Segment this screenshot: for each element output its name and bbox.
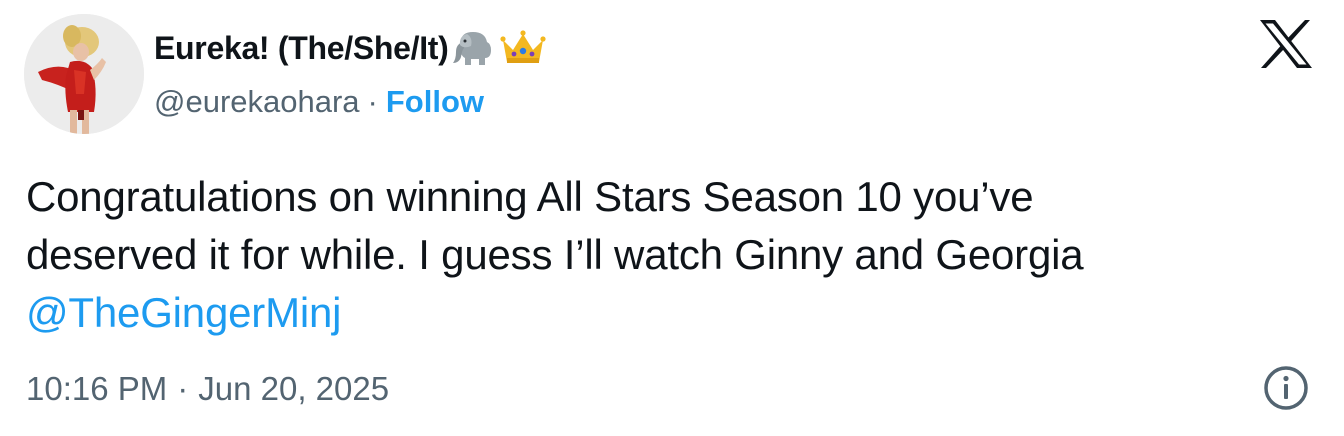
author-handle-row: @eurekaohara · Follow: [154, 80, 484, 124]
avatar[interactable]: [24, 14, 144, 134]
author-display-name[interactable]: Eureka! (The/She/It): [154, 30, 449, 67]
follow-button[interactable]: Follow: [386, 84, 484, 120]
tweet-embed-card: Eureka! (The/She/It) @eurekaohara · Foll…: [0, 0, 1344, 436]
x-logo-icon[interactable]: [1258, 18, 1314, 70]
tweet-text: Congratulations on winning All Stars Sea…: [26, 168, 1316, 342]
tweet-timestamp[interactable]: 10:16 PM · Jun 20, 2025: [26, 364, 389, 414]
tweet-time: 10:16 PM: [26, 370, 168, 407]
profile-photo: [24, 14, 144, 134]
crown-emoji-icon: [499, 28, 547, 68]
info-icon[interactable]: [1262, 364, 1310, 412]
author-name-row: Eureka! (The/She/It): [154, 22, 547, 74]
author-handle[interactable]: @eurekaohara: [154, 84, 360, 120]
mention-link[interactable]: @TheGingerMinj: [26, 289, 341, 336]
tweet-text-line: Congratulations on winning All Stars Sea…: [26, 173, 1034, 220]
tweet-text-line: deserved it for while. I guess I’ll watc…: [26, 231, 1084, 278]
tweet-date: Jun 20, 2025: [198, 370, 390, 407]
separator-dot: ·: [367, 84, 378, 119]
separator-dot: ·: [177, 370, 189, 407]
elephant-emoji-icon: [451, 28, 497, 68]
